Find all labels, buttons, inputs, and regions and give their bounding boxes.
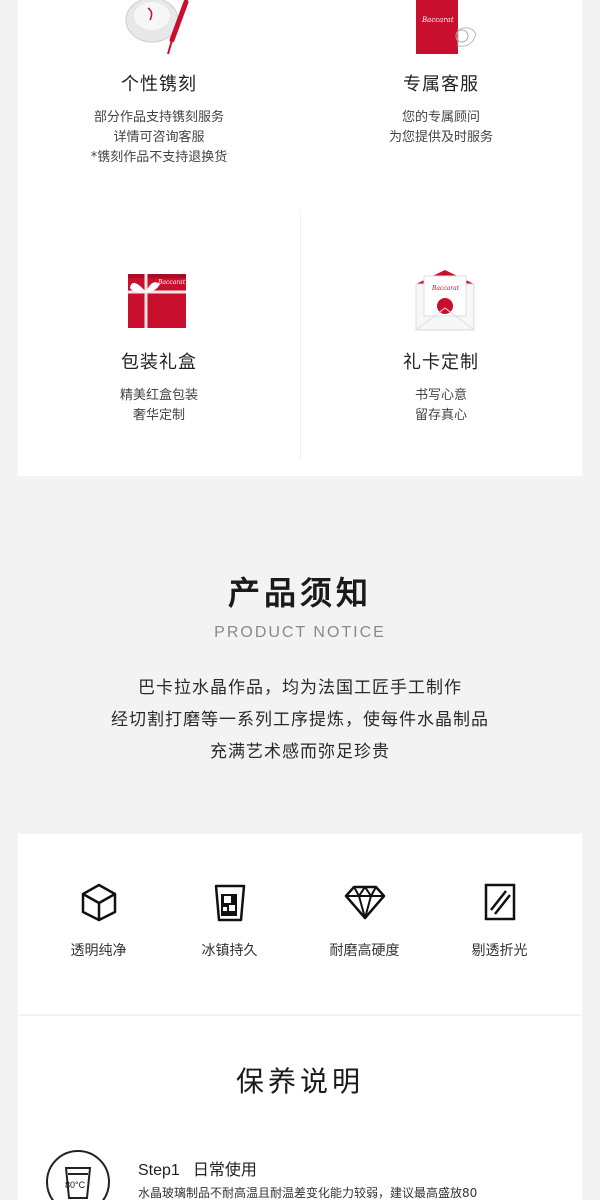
feature-label: 透明纯净: [70, 943, 127, 959]
feature-item: 透明纯净: [28, 882, 169, 960]
service-title: 专属客服: [403, 74, 479, 95]
services-card: 个性镌刻 部分作品支持镌刻服务 详情可咨询客服 *镌刻作品不支持退换货 Bacc…: [18, 0, 582, 476]
temperature-cup-icon: 80°C: [46, 1150, 110, 1200]
service-title: 礼卡定制: [403, 352, 479, 373]
service-gift-card[interactable]: 礼卡定制 书写心意 留存真心: [300, 348, 582, 426]
notice-body: 巴卡拉水晶作品，均为法国工匠手工制作 经切割打磨等一系列工序提炼，使每件水晶制品…: [111, 678, 489, 762]
service-desc: 书写心意 留存真心: [414, 388, 467, 423]
engraving-glass-icon: [125, 0, 189, 55]
service-desc: 部分作品支持镌刻服务 详情可咨询客服 *镌刻作品不支持退换货: [90, 110, 228, 165]
service-title: 个性镌刻: [121, 74, 197, 95]
service-card-icon: Baccarat: [416, 0, 477, 54]
step-number: Step1: [138, 1162, 180, 1179]
temperature-label: 80°C: [65, 1180, 86, 1190]
feature-label: 剔透折光: [471, 943, 528, 959]
service-desc: 精美红盒包装 奢华定制: [119, 388, 198, 423]
gift-card-envelope-icon: Baccarat: [415, 270, 475, 331]
svg-text:Baccarat: Baccarat: [421, 16, 454, 24]
gift-box-icon: Baccarat: [128, 274, 186, 328]
cube-icon: [81, 883, 116, 922]
care-card: 保养说明 80°C Step1 日常使用 水晶玻璃制品不耐高温且耐温差变化能力较…: [18, 1016, 582, 1200]
svg-text:Baccarat: Baccarat: [157, 279, 186, 286]
service-title: 包装礼盒: [121, 352, 197, 373]
notice-title: 产品须知: [227, 574, 372, 612]
notice-subtitle: PRODUCT NOTICE: [214, 624, 386, 641]
diamond-icon: [344, 885, 385, 920]
feature-item: 冰镇持久: [159, 882, 300, 960]
care-title: 保养说明: [235, 1065, 364, 1098]
service-advisor[interactable]: 专属客服 您的专属顾问 为您提供及时服务: [300, 70, 582, 148]
feature-item: 耐磨高硬度: [294, 882, 435, 960]
step-title: 日常使用: [192, 1160, 257, 1179]
step-text: 水晶玻璃制品不耐高温且耐温差变化能力较弱，建议最高盛放80: [138, 1186, 478, 1200]
service-gift-box[interactable]: 包装礼盒 精美红盒包装 奢华定制: [18, 348, 300, 426]
features-card: 透明纯净 冰镇持久 耐磨高硬度 剔透折光: [18, 834, 582, 1014]
step-heading: Step1 日常使用: [138, 1156, 257, 1180]
feature-item: 剔透折光: [429, 882, 570, 960]
service-engraving[interactable]: 个性镌刻 部分作品支持镌刻服务 详情可咨询客服 *镌刻作品不支持退换货: [18, 70, 300, 168]
svg-text:Baccarat: Baccarat: [431, 285, 460, 292]
feature-label: 耐磨高硬度: [329, 943, 400, 959]
product-notice-section: 产品须知 PRODUCT NOTICE 巴卡拉水晶作品，均为法国工匠手工制作 经…: [0, 476, 600, 832]
service-desc: 您的专属顾问 为您提供及时服务: [388, 110, 493, 145]
refraction-icon: [484, 883, 515, 921]
feature-label: 冰镇持久: [201, 943, 258, 959]
ice-glass-icon: [214, 884, 245, 922]
